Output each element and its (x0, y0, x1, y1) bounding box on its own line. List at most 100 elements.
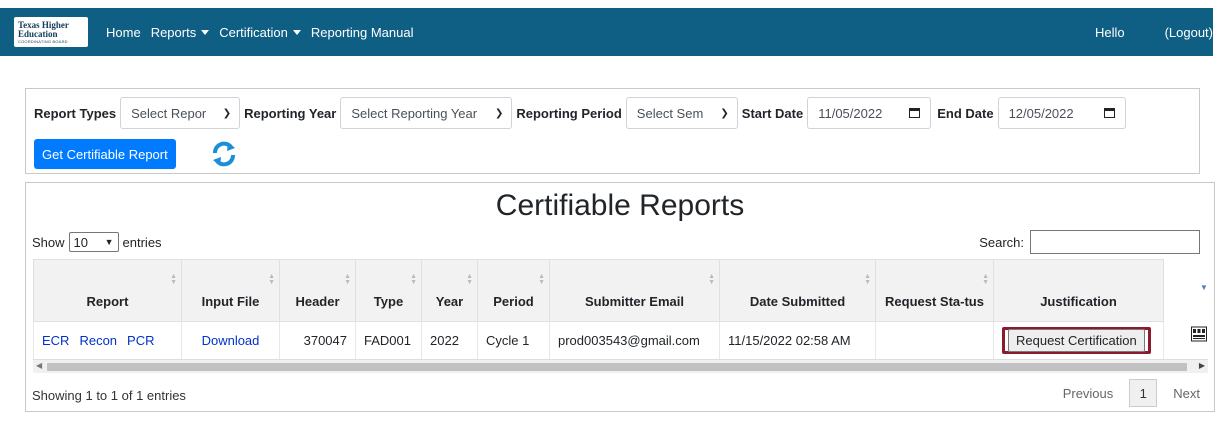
scroll-right-icon[interactable]: ▶ (1199, 361, 1205, 370)
scrollbar-thumb[interactable] (47, 363, 1187, 371)
entries-value: 10 (73, 234, 88, 250)
reporting-period-value: Select Sem (636, 105, 704, 121)
col-header-justification[interactable]: Justification (993, 259, 1164, 322)
page-title: Certifiable Reports (495, 189, 745, 222)
ecr-link[interactable]: ECR (42, 333, 69, 348)
next-page-button[interactable]: Next (1173, 386, 1200, 401)
end-date-input[interactable]: 12/05/2022 (997, 97, 1126, 129)
sort-icon: ▲ ▼ (170, 273, 177, 286)
cell-input-file: Download (181, 321, 280, 360)
get-certifiable-report-button[interactable]: Get Certifiable Report (34, 139, 176, 169)
col-header-date-submitted[interactable]: Date Submitted ▲ ▼ (719, 259, 876, 322)
cell-report: ECR Recon PCR (33, 321, 182, 360)
entries-length-control: Show 10 ▼ entries (32, 232, 162, 252)
download-link[interactable]: Download (202, 333, 260, 348)
col-label: Period (493, 294, 534, 309)
nav-certification-label: Certification (219, 24, 288, 40)
nav-reports[interactable]: Reports (151, 25, 210, 40)
request-certification-button[interactable]: Request Certification (1008, 329, 1145, 352)
certifiable-reports-panel: Certifiable Reports Show 10 ▼ entries Sea… (25, 182, 1215, 412)
nav-certification[interactable]: Certification (219, 25, 301, 40)
previous-page-button[interactable]: Previous (1063, 386, 1114, 401)
reporting-year-select[interactable]: Select Reporting Year ❯ (340, 97, 513, 129)
nav-reports-label: Reports (150, 24, 197, 40)
certifiable-reports-table: Report ▲ ▼ Input File ▲ ▼ Header ▲ ▼ Type ▲ ▼ Ye… (33, 259, 1164, 360)
cell-justification: Request Certification (993, 321, 1164, 360)
col-label: Input File (201, 294, 260, 309)
calendar-icon[interactable] (909, 108, 921, 118)
cell-year: 2022 (421, 321, 478, 360)
sort-icon: ▲ ▼ (538, 273, 545, 286)
col-label: Request Sta-tus (885, 294, 984, 309)
cell-type: FAD001 (355, 321, 422, 360)
sort-icon: ▲ ▼ (864, 273, 871, 286)
chevron-down-icon: ❯ (222, 107, 232, 119)
chevron-down-icon: ▼ (104, 237, 114, 247)
entries-select[interactable]: 10 ▼ (68, 232, 119, 252)
page-1-button[interactable]: 1 (1129, 379, 1158, 407)
calendar-icon[interactable] (1103, 108, 1115, 118)
column-toggle-icon[interactable]: ▼ (1200, 283, 1208, 292)
pcr-link[interactable]: PCR (127, 333, 154, 348)
col-header-type[interactable]: Type ▲ ▼ (355, 259, 422, 322)
certificate-icon[interactable] (1191, 326, 1207, 342)
col-header-period[interactable]: Period ▲ ▼ (477, 259, 550, 322)
end-date-value: 12/05/2022 (1008, 105, 1074, 121)
cell-header: 370047 (279, 321, 356, 360)
top-navbar: Texas Higher Education COORDINATING BOAR… (0, 8, 1213, 56)
reporting-period-select[interactable]: Select Sem ❯ (625, 97, 738, 129)
sort-icon: ▲ ▼ (466, 273, 473, 286)
logout-link[interactable]: (Logout) (1165, 25, 1213, 40)
caret-down-icon (292, 29, 301, 35)
col-label: Date Submitted (749, 294, 846, 309)
col-label: Report (86, 294, 129, 309)
col-header-header[interactable]: Header ▲ ▼ (279, 259, 356, 322)
report-types-select[interactable]: Select Repor ❯ (120, 97, 241, 129)
reporting-period-label: Reporting Period (516, 105, 622, 121)
end-date-label: End Date (937, 105, 994, 121)
search-input[interactable] (1030, 230, 1200, 254)
search-label: Search: (979, 234, 1024, 250)
cell-period: Cycle 1 (477, 321, 550, 360)
sort-icon: ▲ ▼ (410, 273, 417, 286)
recon-link[interactable]: Recon (79, 333, 117, 348)
logo-line-3: COORDINATING BOARD (18, 38, 68, 44)
show-label: Show (32, 234, 65, 250)
highlight-box: Request Certification (1002, 327, 1151, 354)
horizontal-scrollbar[interactable]: ◀ ▶ (33, 359, 1208, 373)
sort-icon: ▲ ▼ (344, 273, 351, 286)
refresh-icon[interactable] (211, 141, 237, 167)
start-date-input[interactable]: 11/05/2022 (807, 97, 932, 129)
sort-icon: ▲ ▼ (982, 273, 989, 286)
caret-down-icon (201, 29, 210, 35)
col-header-submitter-email[interactable]: Submitter Email ▲ ▼ (549, 259, 720, 322)
cell-date-submitted: 11/15/2022 02:58 AM (719, 321, 876, 360)
table-search: Search: (979, 230, 1200, 254)
start-date-label: Start Date (741, 105, 804, 121)
nav-reporting-manual[interactable]: Reporting Manual (311, 25, 414, 40)
scroll-left-icon[interactable]: ◀ (36, 361, 42, 370)
pagination: Previous 1 Next (1063, 379, 1200, 407)
chevron-down-icon: ❯ (720, 107, 729, 119)
logo-line-2: Education (18, 28, 58, 39)
cell-email: prod003543@gmail.com (549, 321, 720, 360)
start-date-value: 11/05/2022 (818, 105, 883, 121)
reporting-year-label: Reporting Year (244, 105, 337, 121)
table-info: Showing 1 to 1 of 1 entries (32, 388, 186, 403)
col-header-report[interactable]: Report ▲ ▼ (33, 259, 182, 322)
table-row: ECR Recon PCR Download 370047 FAD001 2022 … (33, 321, 1164, 360)
sort-icon: ▲ ▼ (268, 273, 275, 286)
col-header-request-status[interactable]: Request Sta-tus ▲ ▼ (875, 259, 994, 322)
col-header-year[interactable]: Year ▲ ▼ (421, 259, 478, 322)
chevron-down-icon: ❯ (494, 107, 504, 119)
nav-home[interactable]: Home (106, 25, 141, 40)
report-types-label: Report Types (34, 105, 117, 121)
sort-icon: ▲ ▼ (708, 273, 715, 286)
cell-request-status (875, 321, 994, 360)
col-label: Year (435, 294, 464, 309)
col-label: Justification (1040, 294, 1117, 309)
col-label: Submitter Email (585, 294, 684, 309)
thecb-logo[interactable]: Texas Higher Education COORDINATING BOAR… (14, 17, 88, 47)
col-header-input-file[interactable]: Input File ▲ ▼ (181, 259, 280, 322)
user-greeting: Hello (1094, 24, 1125, 40)
